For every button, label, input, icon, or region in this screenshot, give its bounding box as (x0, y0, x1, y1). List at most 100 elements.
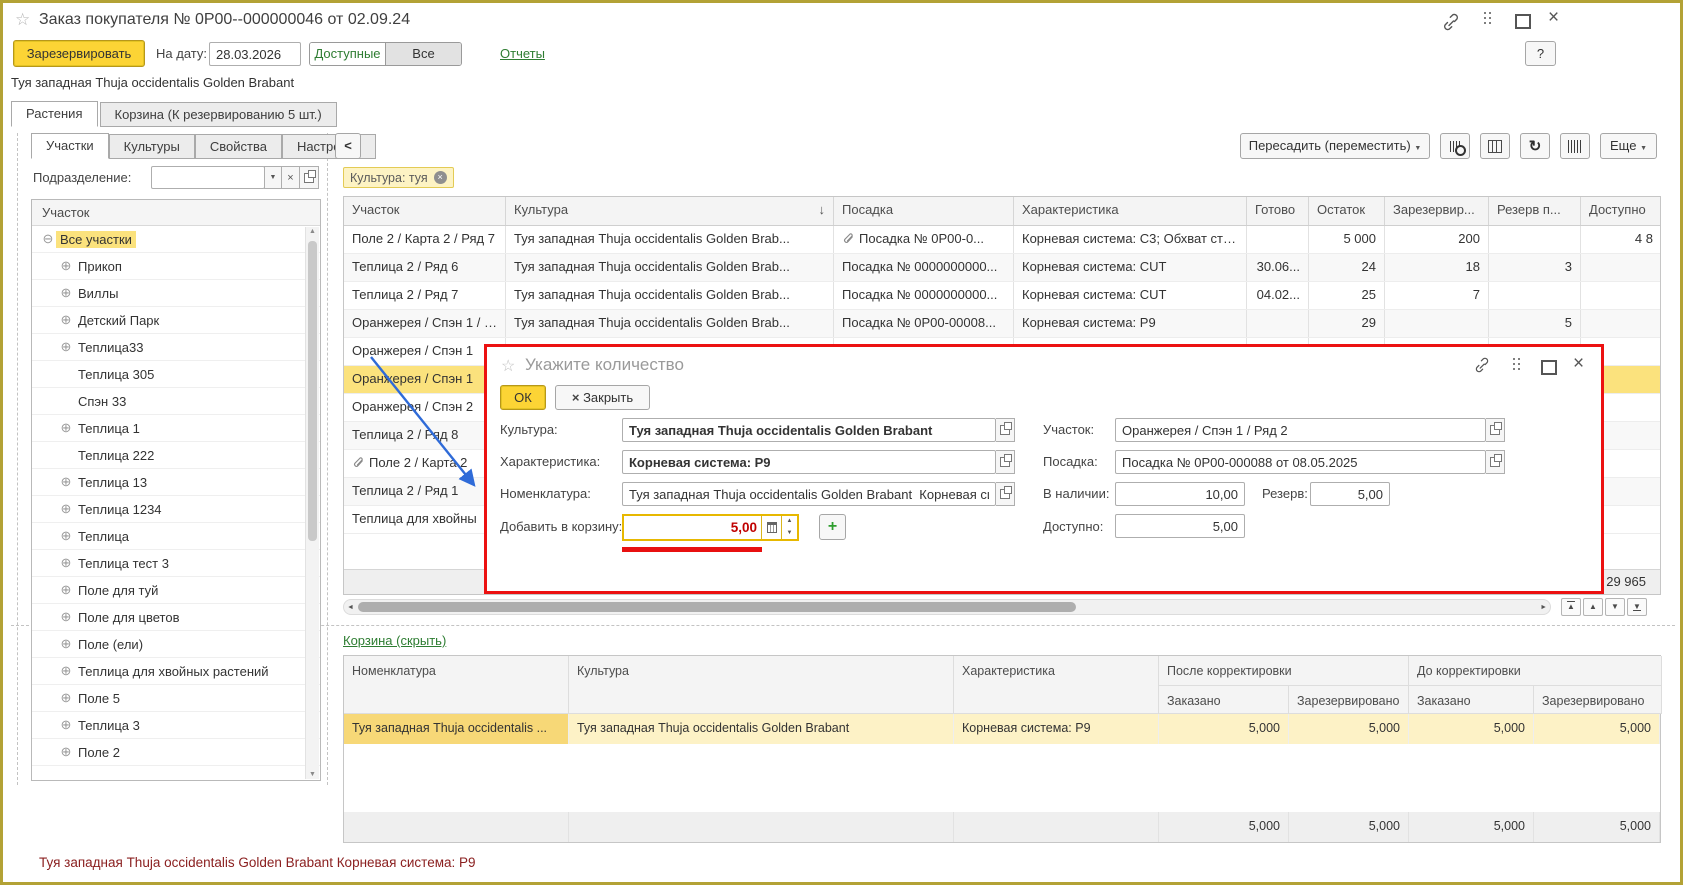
subdivision-dropdown-icon[interactable]: ▼ (264, 166, 282, 189)
tab-plants[interactable]: Растения (11, 101, 98, 127)
cart-toggle-link[interactable]: Корзина (скрыть) (343, 633, 446, 648)
scroll-right-icon[interactable]: ► (1540, 604, 1547, 611)
dialog-more-menu-icon[interactable] (1513, 358, 1521, 375)
expand-icon[interactable]: ⊕ (58, 420, 74, 436)
reserve-field[interactable] (1310, 482, 1390, 506)
cart-row-reserved-after[interactable]: 5,000 (1289, 714, 1409, 744)
more-menu-icon[interactable] (1484, 12, 1492, 29)
tree-item[interactable]: ⊕Теплица33 (32, 334, 320, 361)
tab-cart[interactable]: Корзина (К резервированию 5 шт.) (100, 102, 337, 127)
step-down-icon[interactable]: ▼ (782, 528, 797, 540)
tree-scrollbar[interactable]: ▲ ▼ (305, 227, 319, 779)
left-splitter[interactable] (17, 133, 18, 785)
go-down-button[interactable]: ▼ (1605, 598, 1625, 616)
tree-item[interactable]: ⊕Теплица 13 (32, 469, 320, 496)
columns-settings-button[interactable] (1480, 133, 1510, 159)
column-header[interactable]: Готово (1247, 197, 1309, 225)
scroll-down-icon[interactable]: ▼ (306, 771, 319, 778)
plants-table-row[interactable]: Теплица 2 / Ряд 6Туя западная Thuja occi… (344, 254, 1660, 282)
cart-row-characteristic[interactable]: Корневая система: Р9 (954, 714, 1159, 744)
tree-item[interactable]: ⊕Виллы (32, 280, 320, 307)
nomenclature-field[interactable] (622, 482, 996, 506)
characteristic-open-icon[interactable] (996, 450, 1015, 474)
culture-open-icon[interactable] (996, 418, 1015, 442)
tree-item[interactable]: ⊕Теплица тест 3 (32, 550, 320, 577)
expand-icon[interactable]: ⊕ (58, 663, 74, 679)
expand-icon[interactable]: ⊕ (58, 636, 74, 652)
tree-item[interactable]: ⊕Поле 2 (32, 739, 320, 766)
tab-plots[interactable]: Участки (31, 133, 109, 159)
column-header[interactable]: Доступно (1581, 197, 1661, 225)
cart-col-reserved-before[interactable]: Зарезервировано (1534, 686, 1662, 714)
tree-item[interactable]: Теплица 222 (32, 442, 320, 469)
available-field[interactable] (1115, 514, 1245, 538)
toggle-available[interactable]: Доступные (310, 43, 386, 65)
help-button[interactable]: ? (1525, 41, 1556, 66)
tree-item[interactable]: ⊕Теплица 1234 (32, 496, 320, 523)
cart-col-characteristic[interactable]: Характеристика (954, 656, 1159, 714)
quantity-input[interactable] (624, 516, 761, 539)
dialog-close-button[interactable]: × Закрыть (555, 385, 650, 410)
cart-col-reserved-after[interactable]: Зарезервировано (1289, 686, 1409, 714)
tree-item[interactable]: ⊕Поле 5 (32, 685, 320, 712)
expand-icon[interactable]: ⊕ (58, 258, 74, 274)
plot-open-icon[interactable] (1486, 418, 1505, 442)
barcode-button[interactable] (1560, 133, 1590, 159)
step-up-icon[interactable]: ▲ (782, 516, 797, 528)
cart-row-ordered-after[interactable]: 5,000 (1159, 714, 1289, 744)
cart-row-nomenclature[interactable]: Туя западная Thuja occidentalis ... (344, 714, 569, 744)
reports-link[interactable]: Отчеты (500, 46, 545, 61)
tree-item[interactable]: ⊕Теплица (32, 523, 320, 550)
more-button[interactable]: Еще ▼ (1600, 133, 1657, 159)
tree-item[interactable]: Спэн 33 (32, 388, 320, 415)
tree-item[interactable]: Теплица 305 (32, 361, 320, 388)
date-input[interactable] (209, 42, 301, 66)
tree-item[interactable]: ⊕Теплица 1 (32, 415, 320, 442)
barcode-search-button[interactable] (1440, 133, 1470, 159)
dialog-close-icon[interactable]: × (1573, 357, 1584, 371)
expand-icon[interactable]: ⊕ (58, 690, 74, 706)
column-header[interactable]: Участок (344, 197, 506, 225)
tree-item[interactable]: ⊕Прикоп (32, 253, 320, 280)
copy-link-icon[interactable] (1441, 13, 1461, 34)
expand-icon[interactable]: ⊕ (58, 501, 74, 517)
expand-icon[interactable]: ⊕ (58, 474, 74, 490)
stock-field[interactable] (1115, 482, 1245, 506)
cart-col-culture[interactable]: Культура (569, 656, 954, 714)
dialog-copy-link-icon[interactable] (1473, 357, 1491, 376)
tree-item[interactable]: ⊕Детский Парк (32, 307, 320, 334)
cart-row-ordered-before[interactable]: 5,000 (1409, 714, 1534, 744)
expand-icon[interactable]: ⊕ (58, 744, 74, 760)
subdivision-clear-icon[interactable]: × (282, 166, 300, 189)
cart-col-ordered-before[interactable]: Заказано (1409, 686, 1534, 714)
column-header[interactable]: Культура↓ (506, 197, 834, 225)
transplant-button[interactable]: Пересадить (переместить) ▼ (1240, 133, 1430, 159)
expand-icon[interactable]: ⊕ (58, 528, 74, 544)
culture-filter-chip[interactable]: Культура: туя × (343, 167, 454, 188)
cart-row-reserved-before[interactable]: 5,000 (1534, 714, 1660, 744)
expand-icon[interactable]: ⊕ (58, 339, 74, 355)
expand-icon[interactable]: ⊕ (58, 609, 74, 625)
column-header[interactable]: Посадка (834, 197, 1014, 225)
subdivision-input[interactable] (151, 166, 265, 189)
plants-table-row[interactable]: Теплица 2 / Ряд 7Туя западная Thuja occi… (344, 282, 1660, 310)
refresh-button[interactable]: ↻ (1520, 133, 1550, 159)
cart-group-before[interactable]: До корректировки (1409, 656, 1662, 686)
add-plus-button[interactable]: + (819, 514, 846, 540)
scroll-left-icon[interactable]: ◄ (347, 604, 354, 611)
characteristic-field[interactable] (622, 450, 996, 474)
go-first-button[interactable]: ▲ (1561, 598, 1581, 616)
dialog-maximize-icon[interactable] (1541, 360, 1557, 378)
planting-field[interactable] (1115, 450, 1486, 474)
expand-icon[interactable]: ⊕ (58, 555, 74, 571)
dialog-favorite-star-icon[interactable]: ☆ (501, 356, 515, 376)
scroll-up-icon[interactable]: ▲ (306, 228, 319, 235)
tab-cultures[interactable]: Культуры (109, 134, 195, 159)
maximize-icon[interactable] (1515, 14, 1531, 32)
tree-item[interactable]: ⊖Все участки (32, 226, 320, 253)
tree-item[interactable]: ⊕Поле для цветов (32, 604, 320, 631)
expand-icon[interactable]: ⊕ (58, 312, 74, 328)
expand-icon[interactable]: ⊕ (58, 582, 74, 598)
plants-hscrollbar[interactable]: ◄ ► (343, 599, 1551, 615)
tab-properties[interactable]: Свойства (195, 134, 282, 159)
